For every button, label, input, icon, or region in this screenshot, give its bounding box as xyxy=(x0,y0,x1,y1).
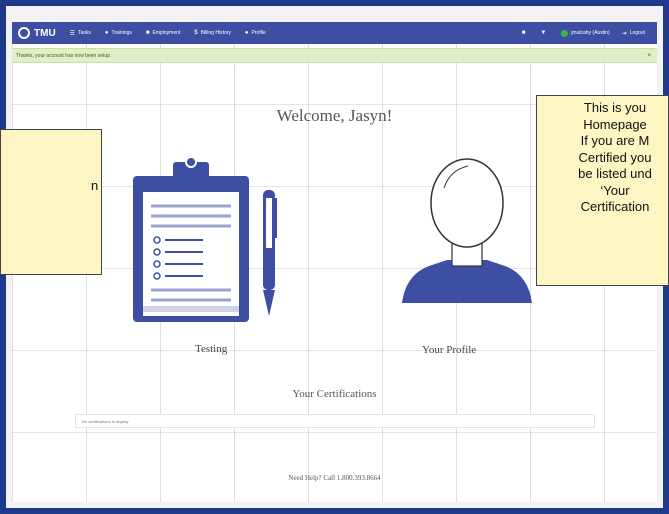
profile-label: Your Profile xyxy=(422,344,477,356)
nav-employment[interactable]: ■ Employment xyxy=(146,30,180,36)
grid-icon: ■ xyxy=(521,30,526,36)
list-icon: ☰ xyxy=(69,30,76,37)
user-name: jmulcahy (Austin) xyxy=(571,30,610,36)
user-menu[interactable]: jmulcahy (Austin) xyxy=(561,29,610,37)
callout-left-text: n xyxy=(91,178,99,193)
clipboard-icon xyxy=(133,156,277,322)
callout-right: This is you Homepage If you are M Certif… xyxy=(536,95,669,286)
success-alert: Thanks, your account has now been setup.… xyxy=(12,48,657,63)
status-online-icon xyxy=(561,29,569,37)
certifications-empty-text: No certifications to display xyxy=(82,418,129,424)
nav-tasks[interactable]: ☰ Tasks xyxy=(70,30,91,37)
nav-tasks-label: Tasks xyxy=(78,30,91,36)
certifications-title: Your Certifications xyxy=(292,388,377,400)
top-navbar: TMU ☰ Tasks ● Trainings ■ Employment $ Billi… xyxy=(12,22,657,44)
avatar-icon xyxy=(402,158,532,303)
callout-right-line: Homepage xyxy=(583,116,647,132)
right-nav: ■ ▼ jmulcahy (Austin) ⇥ Logout xyxy=(522,29,657,37)
brand[interactable]: TMU xyxy=(18,27,56,39)
nav-billing-history[interactable]: $ Billing History xyxy=(194,30,231,36)
nav-trainings[interactable]: ● Trainings xyxy=(105,30,132,36)
cart-icon: ▼ xyxy=(540,30,547,36)
testing-card[interactable]: Testing xyxy=(127,140,307,355)
callout-right-line: Certification xyxy=(580,199,650,214)
book-icon: ● xyxy=(104,30,109,36)
user-icon: ● xyxy=(244,30,249,36)
brand-logo-icon xyxy=(18,27,30,39)
brand-name: TMU xyxy=(34,27,56,39)
certifications-list: No certifications to display xyxy=(75,414,595,428)
callout-right-line: If you are M xyxy=(580,133,650,148)
logout-link[interactable]: ⇥ Logout xyxy=(622,30,645,37)
logout-icon: ⇥ xyxy=(621,30,627,37)
callout-left: n xyxy=(0,129,102,275)
nav-profile[interactable]: ● Profile xyxy=(245,30,266,36)
nav-profile-label: Profile xyxy=(251,30,266,36)
callout-right-line: This is you xyxy=(583,100,647,115)
alert-close-icon[interactable]: × xyxy=(647,53,651,59)
logout-label: Logout xyxy=(629,30,645,36)
alert-text: Thanks, your account has now been setup. xyxy=(16,52,112,59)
testing-label: Testing xyxy=(195,343,228,355)
nav-employment-label: Employment xyxy=(152,30,181,36)
dollar-icon: $ xyxy=(194,30,198,36)
briefcase-icon: ■ xyxy=(145,30,150,36)
callout-right-line: Certified you xyxy=(578,149,652,165)
help-footer: Need Help? Call 1.800.393.8664 xyxy=(288,474,381,482)
nav-billing-label: Billing History xyxy=(200,30,231,36)
grid-button[interactable]: ■ xyxy=(522,30,529,36)
callout-right-line: ‘Your xyxy=(600,182,630,198)
callout-right-line: be listed und xyxy=(578,166,652,181)
nav-trainings-label: Trainings xyxy=(111,30,132,36)
cart-button[interactable]: ▼ xyxy=(540,30,549,36)
profile-card[interactable]: Your Profile xyxy=(392,148,542,363)
